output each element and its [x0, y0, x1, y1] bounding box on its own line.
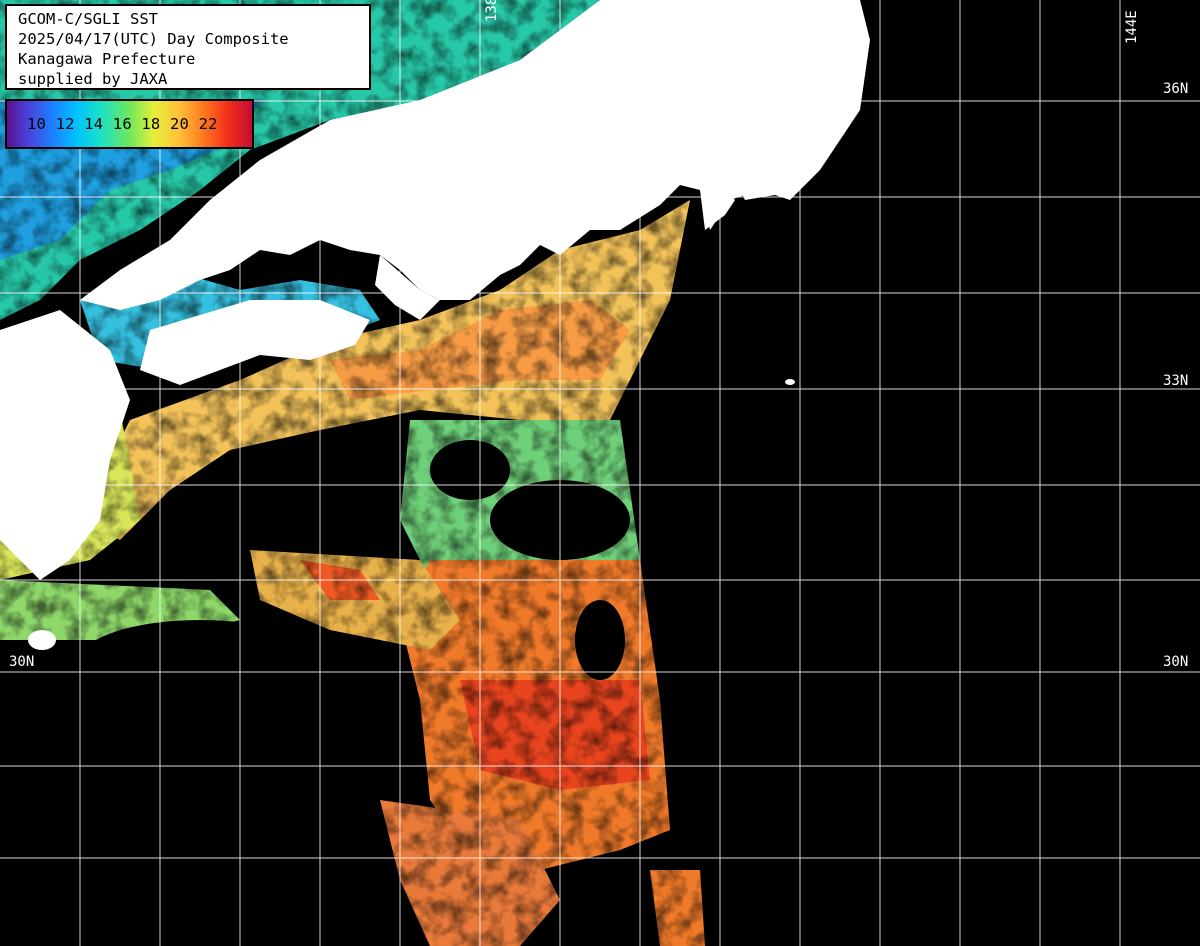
title-line-product: GCOM-C/SGLI SST	[18, 10, 158, 28]
lat-label-30n-left: 30N	[9, 654, 35, 670]
title-line-region: Kanagawa Prefecture	[18, 50, 196, 68]
land-island	[28, 630, 56, 650]
lon-label-144e: 144E	[1124, 10, 1140, 44]
title-line-credit: supplied by JAXA	[18, 70, 168, 88]
legend-tick-labels: 10 12 14 16 18 20 22	[27, 115, 218, 133]
title-box: GCOM-C/SGLI SST 2025/04/17(UTC) Day Comp…	[5, 4, 371, 90]
title-line-date: 2025/04/17(UTC) Day Composite	[18, 30, 289, 48]
lat-label-36n: 36N	[1163, 81, 1189, 97]
land-island	[785, 379, 795, 385]
lon-label-top: 138E	[484, 0, 500, 22]
sst-map-view: GCOM-C/SGLI SST 2025/04/17(UTC) Day Comp…	[0, 0, 1200, 946]
color-scale-legend: 10 12 14 16 18 20 22	[5, 99, 254, 149]
lat-label-33n: 33N	[1163, 373, 1189, 389]
lat-label-30n-right: 30N	[1163, 654, 1189, 670]
